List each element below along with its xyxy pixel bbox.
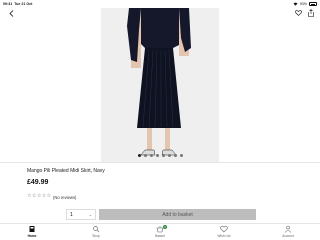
basket-count-badge: 0: [163, 225, 167, 229]
carousel-dot[interactable]: [149, 154, 153, 157]
carousel-dot[interactable]: [143, 154, 147, 157]
share-icon: [307, 9, 314, 17]
carousel-dot[interactable]: [167, 154, 171, 157]
product-price: £49.99: [27, 179, 49, 186]
quantity-value: 1: [70, 211, 73, 218]
home-icon: [29, 226, 35, 232]
chevron-down-icon: ⌄: [88, 212, 92, 217]
carousel-dot[interactable]: [161, 154, 165, 157]
tab-shop[interactable]: Shop: [81, 225, 111, 238]
status-date: Tue 21 Oct: [14, 2, 33, 6]
battery-icon: [309, 2, 317, 6]
bottom-tab-bar: Home Shop 0 Basket Wish List Account: [0, 223, 320, 240]
tab-label: Shop: [92, 234, 100, 238]
carousel-dot[interactable]: [137, 154, 141, 157]
star-icon: ☆: [46, 194, 51, 200]
tab-label: Basket: [155, 234, 165, 238]
carousel-dot[interactable]: [173, 154, 177, 157]
product-image[interactable]: [101, 8, 219, 162]
tab-home[interactable]: Home: [17, 225, 47, 238]
wishlist-button[interactable]: [295, 9, 302, 17]
battery-percentage: 93%: [299, 2, 307, 6]
product-photo: [101, 8, 219, 162]
share-button[interactable]: [307, 9, 314, 17]
carousel-dot[interactable]: [155, 154, 159, 157]
heart-icon: [220, 225, 228, 233]
star-icon: ☆: [41, 194, 47, 200]
reviews-count: (No reviews): [52, 195, 77, 200]
image-carousel-dots: [101, 154, 219, 157]
account-icon: [284, 225, 292, 233]
status-bar: 09:31 Tue 21 Oct 93%: [0, 0, 320, 8]
add-to-basket-button[interactable]: Add to basket: [99, 209, 256, 220]
tab-label: Wish List: [217, 234, 231, 238]
divider: [0, 162, 320, 163]
rating-stars: ☆ ☆ ☆ ☆ ☆: [27, 194, 51, 200]
carousel-dot[interactable]: [179, 154, 183, 157]
star-icon: ☆: [27, 194, 32, 200]
search-icon: [93, 226, 100, 233]
product-title: Mango Pili Pleated Midi Skirt, Navy: [27, 168, 105, 174]
star-icon: ☆: [36, 194, 42, 200]
tab-account[interactable]: Account: [273, 225, 303, 238]
star-icon: ☆: [31, 194, 37, 200]
status-time: 09:31: [3, 2, 13, 6]
back-button[interactable]: [7, 8, 15, 18]
tab-label: Account: [282, 234, 294, 238]
quantity-select[interactable]: 1 ⌄: [66, 209, 96, 220]
tab-wish-list[interactable]: Wish List: [209, 225, 239, 238]
heart-icon: [295, 10, 302, 16]
wifi-icon: [293, 2, 298, 7]
tab-label: Home: [27, 234, 37, 238]
tab-basket[interactable]: 0 Basket: [145, 225, 175, 238]
chevron-left-icon: [8, 9, 13, 17]
product-rating[interactable]: ☆ ☆ ☆ ☆ ☆ (No reviews): [27, 194, 77, 200]
